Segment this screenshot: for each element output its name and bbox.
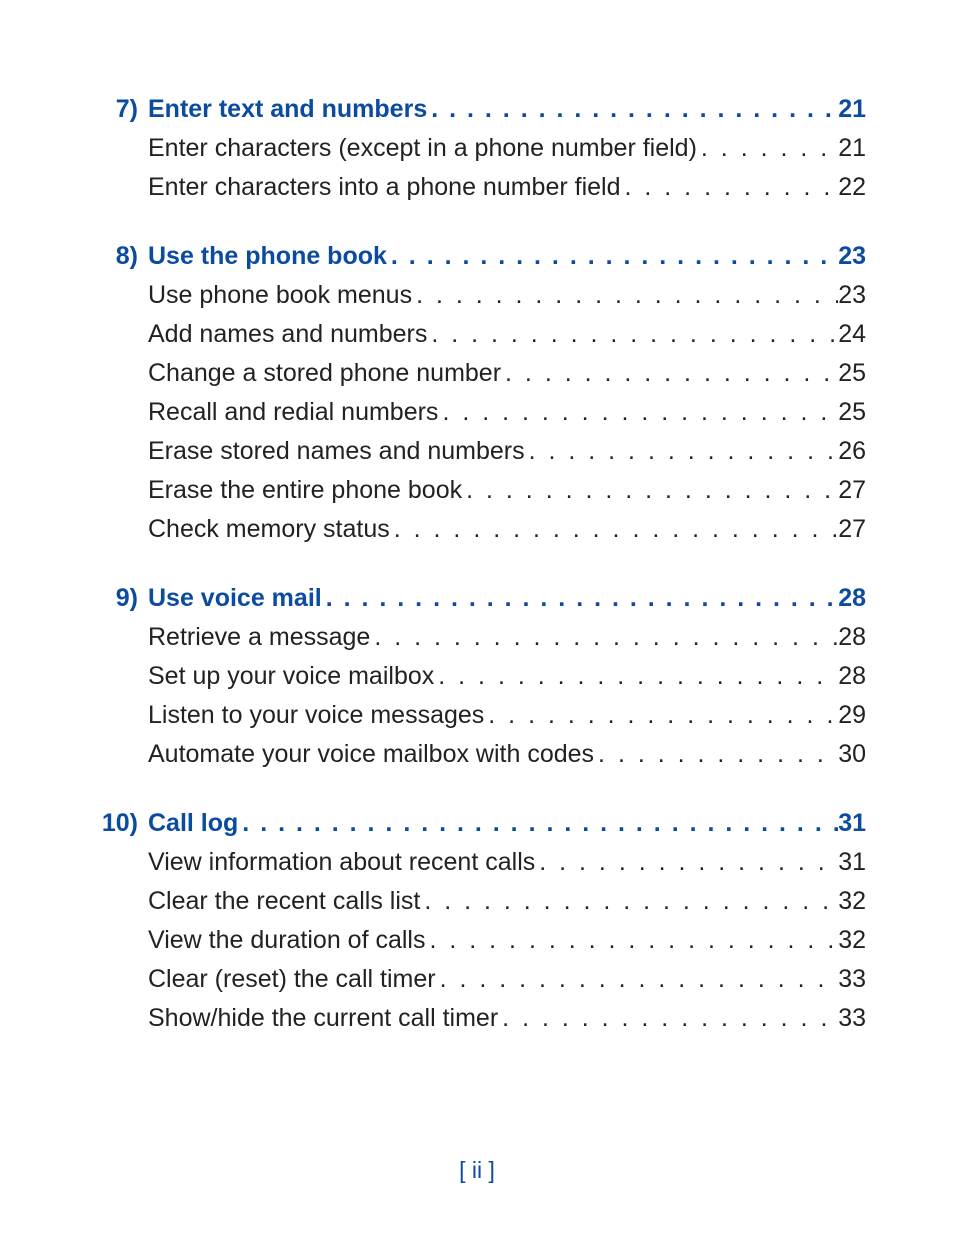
- section-number: 8): [88, 237, 148, 276]
- toc-item-row: 0)View information about recent calls . …: [88, 843, 866, 882]
- page-number: 32: [838, 882, 866, 921]
- toc-section: 7)Enter text and numbers . . . . . . . .…: [88, 90, 866, 207]
- page-number: 27: [838, 471, 866, 510]
- toc-section: 8)Use the phone book . . . . . . . . . .…: [88, 237, 866, 549]
- dot-leader: . . . . . . . . . . . . . . . . . . . . …: [427, 90, 838, 129]
- dot-leader: . . . . . . . . . . . . . . . . . . . . …: [420, 882, 838, 921]
- section-title: Use voice mail: [148, 579, 322, 618]
- page-number: 33: [838, 960, 866, 999]
- page-number: 25: [838, 354, 866, 393]
- item-title: View the duration of calls: [148, 921, 425, 960]
- page-number: 33: [838, 999, 866, 1038]
- page-number: 32: [838, 921, 866, 960]
- toc-heading-row: 10)Call log . . . . . . . . . . . . . . …: [88, 804, 866, 843]
- dot-leader: . . . . . . . . . . . . . . . . . . . . …: [501, 354, 838, 393]
- page-number: 31: [838, 804, 866, 843]
- section-number: 7): [88, 90, 148, 129]
- item-title: Set up your voice mailbox: [148, 657, 434, 696]
- item-title: Clear the recent calls list: [148, 882, 420, 921]
- item-title: Change a stored phone number: [148, 354, 501, 393]
- toc-heading-row: 9)Use voice mail . . . . . . . . . . . .…: [88, 579, 866, 618]
- page-number: 25: [838, 393, 866, 432]
- dot-leader: . . . . . . . . . . . . . . . . . . . . …: [594, 735, 838, 774]
- item-title: View information about recent calls: [148, 843, 535, 882]
- toc-item-row: 0)Use phone book menus . . . . . . . . .…: [88, 276, 866, 315]
- item-title: Check memory status: [148, 510, 390, 549]
- toc-page: 7)Enter text and numbers . . . . . . . .…: [0, 0, 954, 1248]
- section-title: Call log: [148, 804, 238, 843]
- item-title: Listen to your voice messages: [148, 696, 484, 735]
- item-title: Show/hide the current call timer: [148, 999, 498, 1038]
- toc-item-row: 0)Clear (reset) the call timer . . . . .…: [88, 960, 866, 999]
- toc-heading-row: 7)Enter text and numbers . . . . . . . .…: [88, 90, 866, 129]
- dot-leader: . . . . . . . . . . . . . . . . . . . . …: [438, 393, 838, 432]
- toc-heading-row: 8)Use the phone book . . . . . . . . . .…: [88, 237, 866, 276]
- item-title: Automate your voice mailbox with codes: [148, 735, 594, 774]
- page-number: 26: [838, 432, 866, 471]
- toc-item-row: 0)Erase stored names and numbers . . . .…: [88, 432, 866, 471]
- dot-leader: . . . . . . . . . . . . . . . . . . . . …: [525, 432, 839, 471]
- page-number: 29: [838, 696, 866, 735]
- item-title: Erase stored names and numbers: [148, 432, 525, 471]
- toc-item-row: 0)Automate your voice mailbox with codes…: [88, 735, 866, 774]
- dot-leader: . . . . . . . . . . . . . . . . . . . . …: [427, 315, 838, 354]
- toc-section: 10)Call log . . . . . . . . . . . . . . …: [88, 804, 866, 1038]
- dot-leader: . . . . . . . . . . . . . . . . . . . . …: [484, 696, 838, 735]
- page-number: 28: [838, 657, 866, 696]
- page-number: 21: [838, 90, 866, 129]
- toc-item-row: 0)Add names and numbers . . . . . . . . …: [88, 315, 866, 354]
- item-title: Enter characters (except in a phone numb…: [148, 129, 697, 168]
- item-title: Use phone book menus: [148, 276, 412, 315]
- dot-leader: . . . . . . . . . . . . . . . . . . . . …: [498, 999, 838, 1038]
- page-number: 22: [838, 168, 866, 207]
- page-number: 24: [838, 315, 866, 354]
- toc-item-row: 0)Check memory status . . . . . . . . . …: [88, 510, 866, 549]
- page-number: 30: [838, 735, 866, 774]
- toc-item-row: 0)Clear the recent calls list . . . . . …: [88, 882, 866, 921]
- page-number: 21: [838, 129, 866, 168]
- table-of-contents: 7)Enter text and numbers . . . . . . . .…: [88, 90, 866, 1038]
- dot-leader: . . . . . . . . . . . . . . . . . . . . …: [412, 276, 838, 315]
- dot-leader: . . . . . . . . . . . . . . . . . . . . …: [535, 843, 838, 882]
- page-number: 23: [838, 237, 866, 276]
- page-number: 31: [838, 843, 866, 882]
- dot-leader: . . . . . . . . . . . . . . . . . . . . …: [238, 804, 838, 843]
- toc-item-row: 0)Change a stored phone number . . . . .…: [88, 354, 866, 393]
- item-title: Recall and redial numbers: [148, 393, 438, 432]
- toc-item-row: 0)Retrieve a message . . . . . . . . . .…: [88, 618, 866, 657]
- dot-leader: . . . . . . . . . . . . . . . . . . . . …: [425, 921, 838, 960]
- item-title: Erase the entire phone book: [148, 471, 462, 510]
- toc-item-row: 0)Enter characters (except in a phone nu…: [88, 129, 866, 168]
- page-number: 27: [838, 510, 866, 549]
- toc-item-row: 0)Erase the entire phone book . . . . . …: [88, 471, 866, 510]
- page-number: 28: [838, 618, 866, 657]
- dot-leader: . . . . . . . . . . . . . . . . . . . . …: [697, 129, 838, 168]
- dot-leader: . . . . . . . . . . . . . . . . . . . . …: [322, 579, 838, 618]
- toc-item-row: 0)Enter characters into a phone number f…: [88, 168, 866, 207]
- dot-leader: . . . . . . . . . . . . . . . . . . . . …: [370, 618, 838, 657]
- section-title: Enter text and numbers: [148, 90, 427, 129]
- page-number: 23: [838, 276, 866, 315]
- dot-leader: . . . . . . . . . . . . . . . . . . . . …: [387, 237, 838, 276]
- toc-item-row: 0)Listen to your voice messages . . . . …: [88, 696, 866, 735]
- dot-leader: . . . . . . . . . . . . . . . . . . . . …: [621, 168, 839, 207]
- page-footer: [ ii ]: [0, 1157, 954, 1184]
- item-title: Add names and numbers: [148, 315, 427, 354]
- toc-item-row: 0)Set up your voice mailbox . . . . . . …: [88, 657, 866, 696]
- dot-leader: . . . . . . . . . . . . . . . . . . . . …: [436, 960, 839, 999]
- toc-item-row: 0)Recall and redial numbers . . . . . . …: [88, 393, 866, 432]
- toc-item-row: 0)Show/hide the current call timer . . .…: [88, 999, 866, 1038]
- section-number: 10): [88, 804, 148, 843]
- item-title: Retrieve a message: [148, 618, 370, 657]
- section-number: 9): [88, 579, 148, 618]
- dot-leader: . . . . . . . . . . . . . . . . . . . . …: [462, 471, 838, 510]
- toc-section: 9)Use voice mail . . . . . . . . . . . .…: [88, 579, 866, 774]
- page-number: 28: [838, 579, 866, 618]
- dot-leader: . . . . . . . . . . . . . . . . . . . . …: [434, 657, 838, 696]
- dot-leader: . . . . . . . . . . . . . . . . . . . . …: [390, 510, 838, 549]
- item-title: Enter characters into a phone number fie…: [148, 168, 621, 207]
- section-title: Use the phone book: [148, 237, 387, 276]
- item-title: Clear (reset) the call timer: [148, 960, 436, 999]
- toc-item-row: 0)View the duration of calls . . . . . .…: [88, 921, 866, 960]
